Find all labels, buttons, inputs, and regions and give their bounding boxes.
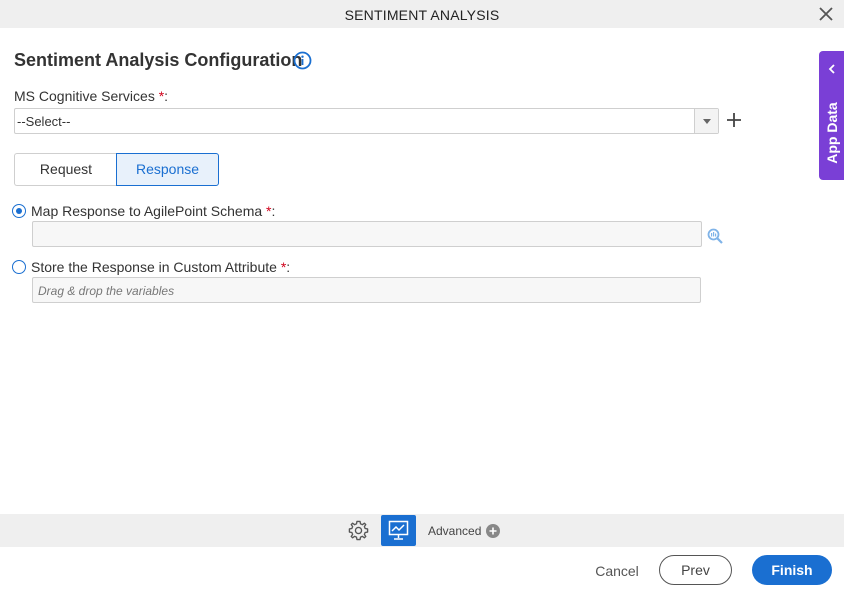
drop-placeholder: Drag & drop the variables (38, 284, 175, 298)
advanced-label[interactable]: Advanced (428, 524, 481, 538)
store-response-radio[interactable] (12, 260, 26, 274)
advanced-expand-icon[interactable] (486, 524, 500, 538)
app-data-label: App Data (824, 102, 840, 164)
chevron-left-icon (828, 64, 835, 74)
close-icon[interactable] (817, 5, 835, 23)
finish-button[interactable]: Finish (752, 555, 832, 585)
schema-lookup-icon[interactable] (706, 227, 724, 245)
map-response-label: Map Response to AgilePoint Schema *: (31, 203, 276, 219)
prev-button[interactable]: Prev (659, 555, 732, 585)
bottom-toolbar (0, 514, 844, 547)
tab-response[interactable]: Response (116, 153, 219, 186)
store-response-label: Store the Response in Custom Attribute *… (31, 259, 291, 275)
monitor-chart-icon (388, 520, 409, 540)
add-plus-icon[interactable] (725, 111, 743, 129)
title-bar: SENTIMENT ANALYSIS (0, 0, 844, 28)
page-title: Sentiment Analysis Configuration (14, 50, 303, 70)
gear-icon[interactable] (347, 519, 370, 542)
window-title: SENTIMENT ANALYSIS (344, 7, 500, 23)
tab-request[interactable]: Request (14, 153, 117, 186)
cognitive-services-select[interactable]: --Select-- (14, 108, 719, 134)
cancel-button[interactable]: Cancel (588, 562, 646, 580)
map-response-radio[interactable] (12, 204, 26, 218)
dropdown-arrow-icon[interactable] (694, 109, 718, 133)
info-icon[interactable] (293, 51, 312, 70)
monitor-button[interactable] (381, 515, 416, 546)
custom-attribute-input[interactable]: Drag & drop the variables (32, 277, 701, 303)
cognitive-services-label: MS Cognitive Services *: (14, 88, 169, 104)
app-data-tab[interactable]: App Data (819, 51, 844, 180)
map-response-input[interactable] (32, 221, 702, 247)
select-value: --Select-- (17, 114, 71, 129)
